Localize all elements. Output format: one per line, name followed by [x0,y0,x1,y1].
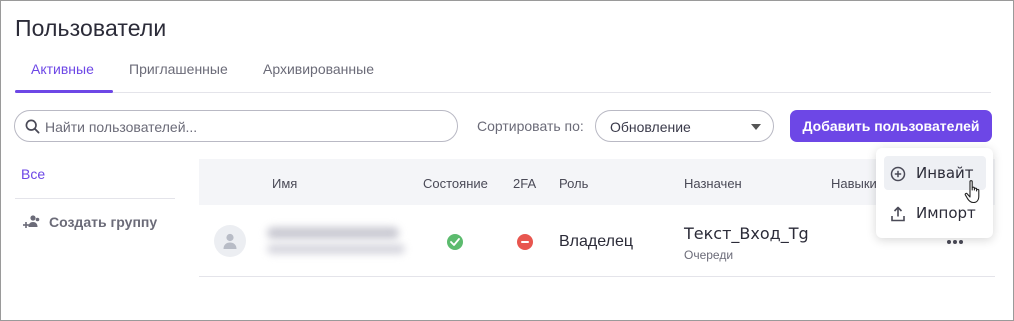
user-name-redacted [267,227,407,255]
hand-pointer-cursor-icon [964,180,980,204]
redacted-email-line [267,244,405,254]
sort-select-value: Обновление [610,119,691,135]
groups-divider [15,198,175,199]
column-header-role[interactable]: Роль [559,176,588,191]
column-header-2fa[interactable]: 2FA [513,176,536,191]
tab-invited[interactable]: Приглашенные [129,61,228,77]
column-header-skills[interactable]: Навыки [831,176,877,191]
tab-archived[interactable]: Архивированные [263,61,374,77]
sort-select[interactable]: Обновление [595,110,774,142]
minus-circle-icon [517,234,533,250]
search-icon [25,119,40,134]
column-header-name[interactable]: Имя [272,176,297,191]
avatar [214,225,246,257]
dot-icon [947,240,951,244]
user-assigned: Текст_Вход_Tg [684,224,809,243]
tab-active[interactable]: Активные [31,61,94,77]
active-tab-indicator [15,90,113,93]
page-title: Пользователи [15,15,167,41]
user-icon [223,233,237,249]
column-header-state[interactable]: Состояние [423,176,488,191]
tab-bar: Активные Приглашенные Архивированные [15,57,991,93]
column-header-assigned[interactable]: Назначен [684,176,742,191]
create-group-label: Создать группу [49,214,158,230]
user-assigned-type: Очереди [684,248,734,262]
user-role: Владелец [559,233,634,250]
sort-label: Сортировать по: [477,118,584,134]
chevron-down-icon [751,124,761,130]
redacted-name-line [267,227,399,239]
dot-icon [959,240,963,244]
upload-icon [891,206,905,222]
search-box[interactable] [14,110,458,142]
menu-item-import-label: Импорт [916,204,976,222]
group-item-all[interactable]: Все [21,166,45,182]
plus-circle-icon [890,166,906,182]
add-users-button[interactable]: Добавить пользователей [790,110,992,142]
dot-icon [953,240,957,244]
search-input[interactable] [45,117,445,137]
add-group-icon [23,215,40,228]
check-circle-icon [447,234,463,250]
window-frame: Пользователи Активные Приглашенные Архив… [0,0,1014,321]
